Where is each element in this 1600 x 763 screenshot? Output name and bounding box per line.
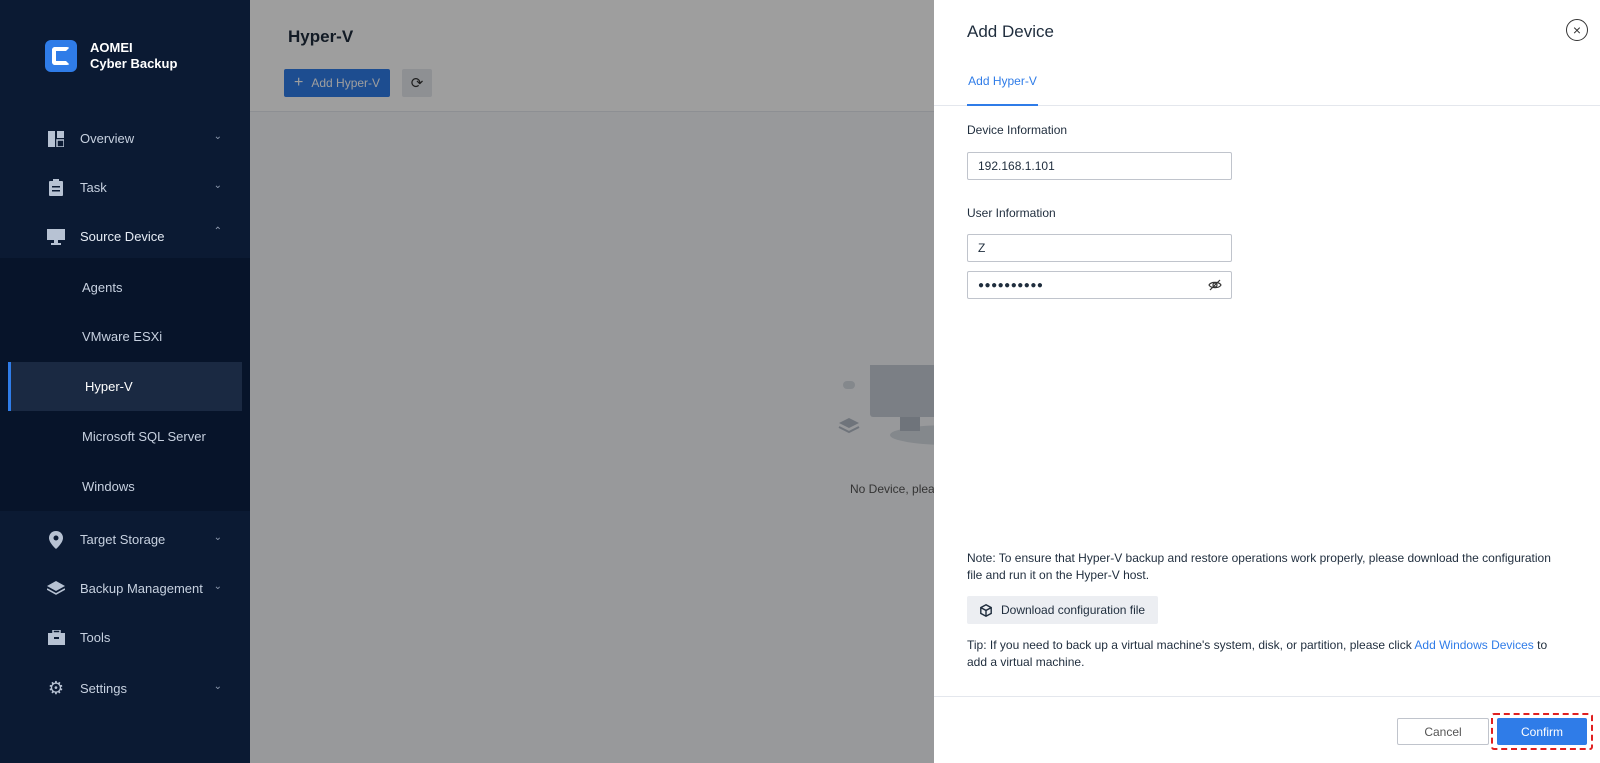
confirm-highlight-box: Confirm xyxy=(1491,713,1593,750)
sidebar-subitem-vmware-esxi[interactable]: VMware ESXi xyxy=(0,312,250,361)
chevron-down-icon: ⌄ xyxy=(213,131,222,142)
sidebar-item-target-storage[interactable]: Target Storage ⌄ xyxy=(0,515,250,564)
username-value: Z xyxy=(978,241,986,255)
sidebar-subitem-windows[interactable]: Windows xyxy=(0,462,250,511)
product-name: Cyber Backup xyxy=(90,56,178,71)
drawer-tabs: Add Hyper-V xyxy=(934,58,1600,106)
password-input[interactable]: ●●●●●●●●●● xyxy=(967,271,1232,299)
close-icon: × xyxy=(1572,22,1582,38)
sidebar-item-label: Task xyxy=(80,180,107,195)
chevron-down-icon: ⌄ xyxy=(213,532,222,543)
sidebar-item-task[interactable]: Task ⌄ xyxy=(0,163,250,212)
chevron-down-icon: ⌄ xyxy=(213,180,222,191)
sidebar-subitem-agents[interactable]: Agents xyxy=(0,263,250,312)
sidebar: AOMEI Cyber Backup Overview ⌄ Task ⌄ Sou… xyxy=(0,0,250,763)
username-input[interactable]: Z xyxy=(967,234,1232,262)
sidebar-item-source-device[interactable]: Source Device ⌃ xyxy=(0,212,250,261)
location-pin-icon xyxy=(47,530,65,549)
close-button[interactable]: × xyxy=(1566,19,1588,41)
sidebar-subitem-label: Hyper-V xyxy=(85,379,133,394)
device-ip-value: 192.168.1.101 xyxy=(978,159,1055,173)
package-icon xyxy=(980,603,992,617)
chevron-down-icon: ⌄ xyxy=(213,681,222,692)
sidebar-item-backup-management[interactable]: Backup Management ⌄ xyxy=(0,564,250,613)
aomei-logo-icon xyxy=(45,40,77,72)
task-icon xyxy=(47,179,65,197)
sidebar-item-label: Settings xyxy=(80,681,127,696)
tip-text: Tip: If you need to back up a virtual ma… xyxy=(967,637,1567,671)
device-information-label: Device Information xyxy=(967,123,1068,137)
eye-slash-icon[interactable] xyxy=(1208,278,1222,295)
sidebar-item-settings[interactable]: ⚙ Settings ⌄ xyxy=(0,664,250,713)
password-value: ●●●●●●●●●● xyxy=(978,279,1044,291)
brand-name: AOMEI xyxy=(90,40,133,55)
layers-icon xyxy=(47,580,65,598)
drawer-title: Add Device xyxy=(967,22,1054,41)
cancel-button[interactable]: Cancel xyxy=(1397,718,1489,745)
tab-add-hyper-v[interactable]: Add Hyper-V xyxy=(967,58,1038,106)
footer-divider xyxy=(934,696,1600,697)
sidebar-subitem-microsoft-sql-server[interactable]: Microsoft SQL Server xyxy=(0,412,250,461)
monitor-icon xyxy=(47,228,65,246)
sidebar-item-label: Source Device xyxy=(80,229,165,244)
tip-prefix: Tip: If you need to back up a virtual ma… xyxy=(967,638,1415,652)
sidebar-subitem-label: Agents xyxy=(82,280,123,295)
add-device-drawer: Add Device × Add Hyper-V Device Informat… xyxy=(934,0,1600,763)
sidebar-item-overview[interactable]: Overview ⌄ xyxy=(0,114,250,163)
sidebar-item-label: Tools xyxy=(80,630,111,645)
sidebar-subitem-label: VMware ESXi xyxy=(82,329,163,344)
device-ip-input[interactable]: 192.168.1.101 xyxy=(967,152,1232,180)
sidebar-item-label: Overview xyxy=(80,131,135,146)
sidebar-subitem-label: Windows xyxy=(82,479,135,494)
sidebar-subitem-label: Microsoft SQL Server xyxy=(82,429,206,444)
user-information-label: User Information xyxy=(967,206,1056,220)
chevron-up-icon: ⌃ xyxy=(213,226,222,237)
sidebar-item-tools[interactable]: Tools xyxy=(0,613,250,662)
add-windows-devices-link[interactable]: Add Windows Devices xyxy=(1414,638,1533,652)
sidebar-item-label: Backup Management xyxy=(80,581,203,596)
overview-icon xyxy=(47,130,65,148)
configuration-note: Note: To ensure that Hyper-V backup and … xyxy=(967,551,1551,582)
download-configuration-label: Download configuration file xyxy=(1001,603,1146,617)
download-configuration-button[interactable]: Download configuration file xyxy=(967,596,1159,624)
toolbox-icon xyxy=(47,629,65,647)
app-logo: AOMEI Cyber Backup xyxy=(45,40,177,72)
sidebar-item-label: Target Storage xyxy=(80,532,166,547)
sidebar-subitem-hyper-v[interactable]: Hyper-V xyxy=(8,362,242,411)
gear-icon: ⚙ xyxy=(47,678,65,698)
confirm-button[interactable]: Confirm xyxy=(1497,718,1587,745)
chevron-down-icon: ⌄ xyxy=(213,581,222,592)
